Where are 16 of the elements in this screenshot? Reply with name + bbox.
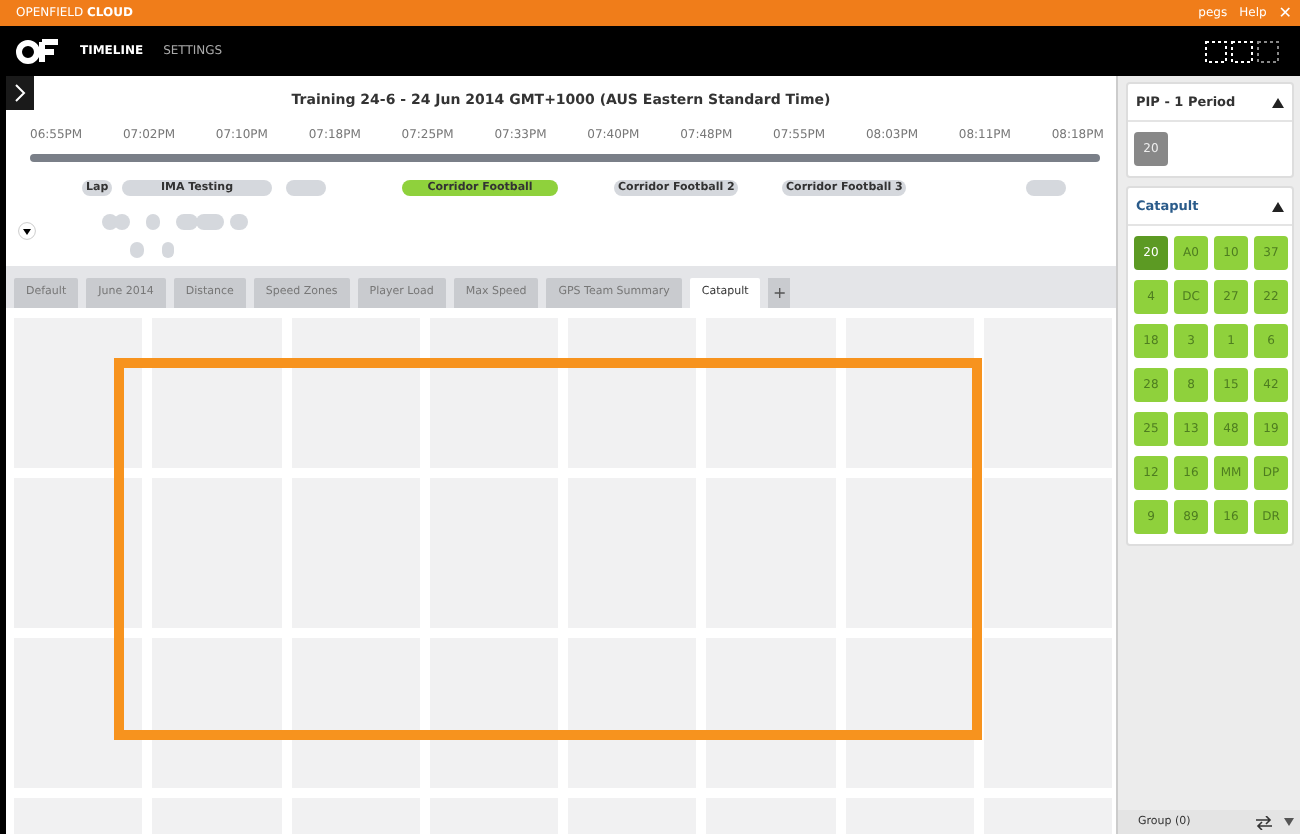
event-pill[interactable]: [286, 180, 326, 196]
timeline-track[interactable]: [30, 154, 1100, 162]
filter-toggle-icon[interactable]: [18, 222, 36, 240]
add-tab-button[interactable]: +: [768, 278, 791, 308]
swap-icon[interactable]: [1256, 815, 1272, 829]
expand-sidebar-button[interactable]: [6, 76, 34, 110]
logo-icon: [16, 37, 60, 65]
collapse-caret-icon[interactable]: [1272, 97, 1284, 107]
dropdown-caret-icon[interactable]: [1284, 818, 1294, 826]
event-dot[interactable]: [114, 214, 130, 230]
close-button[interactable]: ✕: [1278, 4, 1292, 22]
event-pill[interactable]: [1026, 180, 1066, 196]
event-dot[interactable]: [102, 214, 118, 230]
collapse-caret-icon[interactable]: [1272, 201, 1284, 211]
chevron-right-icon[interactable]: [14, 84, 26, 102]
brand-logo-icon: [1204, 39, 1284, 63]
